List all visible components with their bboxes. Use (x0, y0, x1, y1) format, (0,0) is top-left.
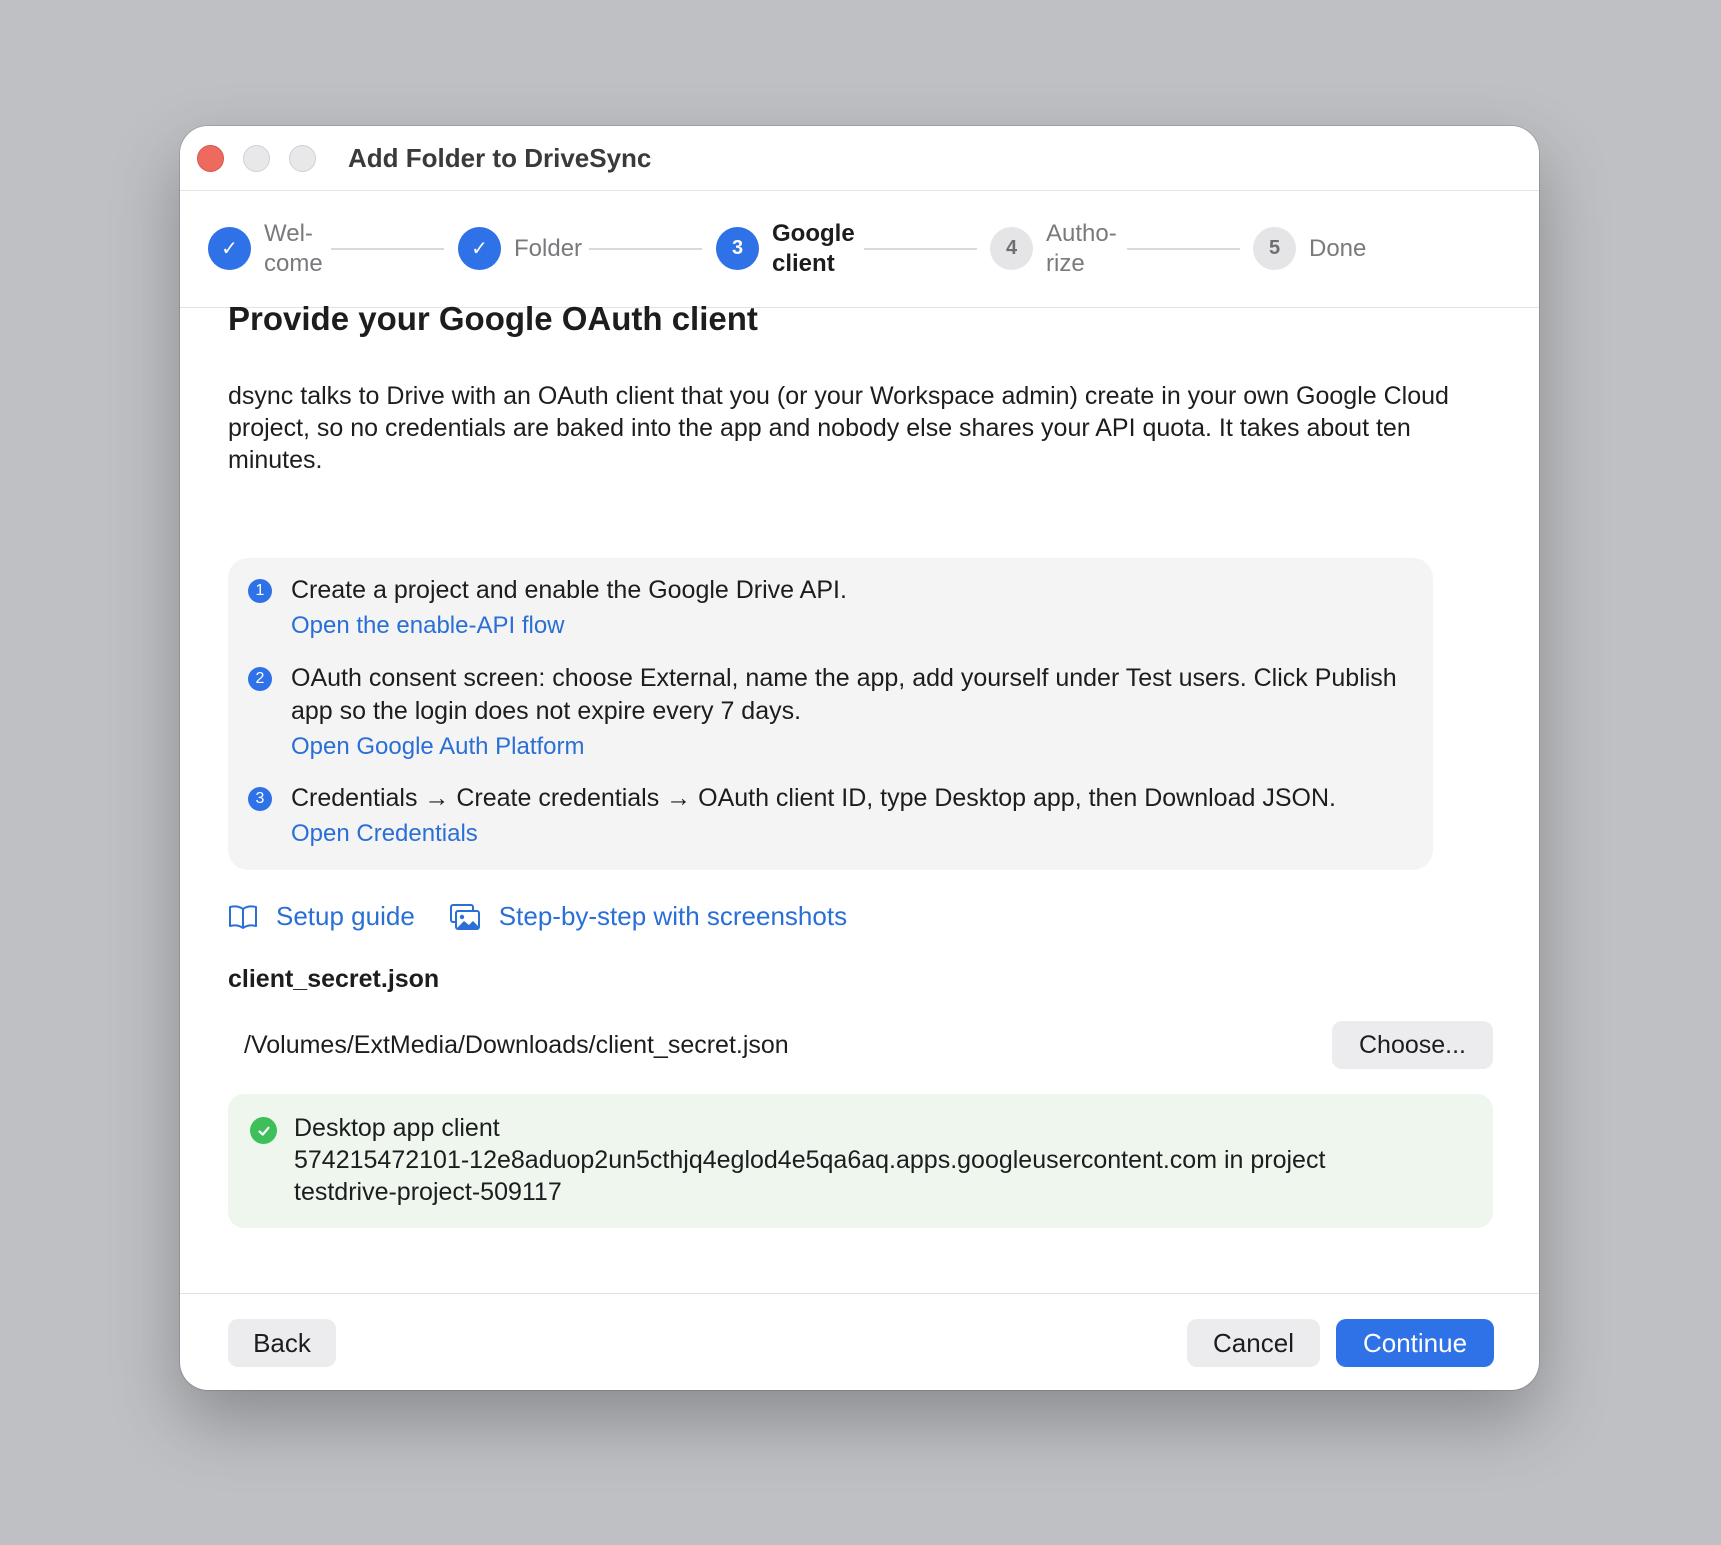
back-button[interactable]: Back (228, 1319, 336, 1367)
step-label: Folder (514, 234, 583, 262)
step-complete-check-icon: ✓ (208, 227, 251, 270)
close-window-button[interactable] (197, 145, 224, 172)
add-folder-dialog: Add Folder to DriveSync ✓ Wel- come ✓ Fo… (180, 126, 1539, 1390)
step-connector (864, 248, 977, 250)
instruction-number: 1 (248, 579, 272, 603)
instruction-number: 2 (248, 667, 272, 691)
step-connector (589, 248, 702, 250)
step-label: Wel- come (264, 219, 323, 277)
enable-api-link[interactable]: Open the enable-API flow (291, 611, 1418, 641)
guide-links: Setup guide Step-by-step with screenshot… (228, 901, 847, 932)
step-connector (1127, 248, 1240, 250)
step-welcome: ✓ Wel- come (208, 190, 323, 307)
step-google-client: 3 Google client (716, 190, 855, 307)
step-folder: ✓ Folder (458, 190, 582, 307)
setup-guide-link[interactable]: Setup guide (228, 901, 415, 932)
step-number: 4 (990, 227, 1033, 270)
client-secret-path: /Volumes/ExtMedia/Downloads/client_secre… (244, 1031, 789, 1059)
step-connector (331, 248, 444, 250)
instruction-item: 2 OAuth consent screen: choose External,… (248, 662, 1418, 762)
continue-button[interactable]: Continue (1336, 1319, 1494, 1367)
step-number: 5 (1253, 227, 1296, 270)
validation-status: Desktop app client 574215472101-12e8aduo… (228, 1094, 1493, 1228)
setup-guide-label: Setup guide (276, 901, 415, 931)
auth-platform-link[interactable]: Open Google Auth Platform (291, 732, 1418, 762)
credentials-link[interactable]: Open Credentials (291, 819, 1418, 849)
choose-file-button[interactable]: Choose... (1332, 1021, 1493, 1069)
instruction-text: Create a project and enable the Google D… (291, 576, 847, 604)
zoom-window-button[interactable] (289, 145, 316, 172)
instruction-item: 3 Credentials → Create credentials → OAu… (248, 782, 1418, 849)
wizard-stepper: ✓ Wel- come ✓ Folder 3 Google client 4 A… (180, 190, 1539, 308)
instructions-panel: 1 Create a project and enable the Google… (228, 558, 1433, 870)
step-by-step-link[interactable]: Step-by-step with screenshots (449, 901, 847, 932)
window-title: Add Folder to DriveSync (348, 143, 652, 173)
instruction-item: 1 Create a project and enable the Google… (248, 574, 1418, 641)
step-number: 3 (716, 227, 759, 270)
step-complete-check-icon: ✓ (458, 227, 501, 270)
intro-text: dsync talks to Drive with an OAuth clien… (228, 382, 1449, 474)
step-label: Autho- rize (1046, 219, 1117, 277)
step-by-step-label: Step-by-step with screenshots (498, 901, 848, 931)
page-title: Provide your Google OAuth client (228, 300, 758, 337)
step-authorize: 4 Autho- rize (990, 190, 1117, 307)
step-label: Done (1309, 234, 1367, 262)
step-label: Google client (772, 219, 855, 277)
instruction-text: Credentials → Create credentials → OAuth… (291, 784, 1336, 812)
photos-icon (449, 903, 480, 930)
step-done: 5 Done (1253, 190, 1366, 307)
cancel-button[interactable]: Cancel (1187, 1319, 1320, 1367)
minimize-window-button[interactable] (243, 145, 270, 172)
dialog-footer: Back Cancel Continue (180, 1293, 1539, 1390)
instruction-text: OAuth consent screen: choose External, n… (291, 664, 1397, 725)
book-icon (229, 904, 257, 929)
title-bar: Add Folder to DriveSync (180, 126, 1539, 191)
client-secret-label: client_secret.json (228, 965, 440, 993)
validation-message: Desktop app client 574215472101-12e8aduo… (294, 1114, 1326, 1206)
instruction-number: 3 (248, 787, 272, 811)
success-check-icon (250, 1117, 277, 1144)
